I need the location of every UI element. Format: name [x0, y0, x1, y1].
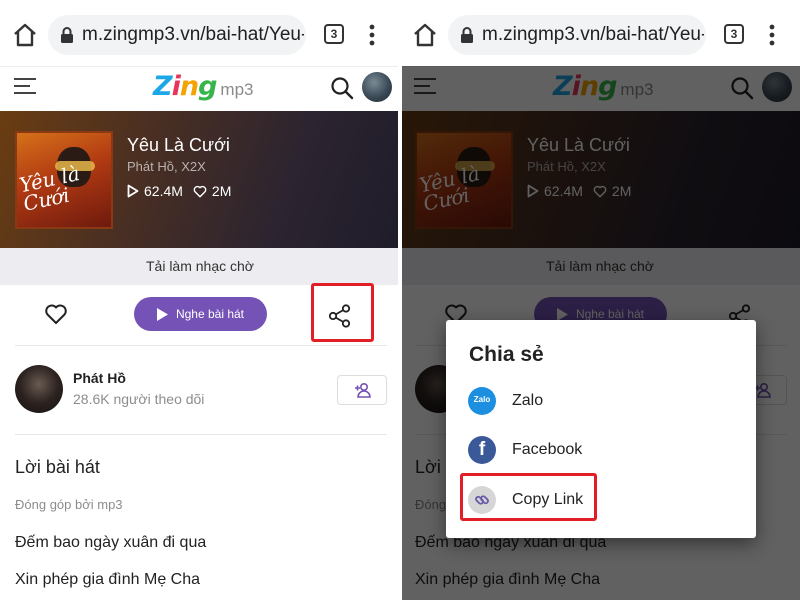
share-highlight-box: [311, 283, 374, 342]
song-hero: Yêu là Cưới Yêu Là Cưới Phát Hồ, X2X 62.…: [0, 111, 400, 248]
screenshot-left: m.zingmp3.vn/bai-hat/Yeu-l 3 Zing mp3 Yê…: [0, 0, 400, 600]
play-count-value: 62.4M: [144, 183, 183, 199]
like-count: 2M: [193, 183, 231, 199]
album-cover: Yêu là Cưới: [15, 131, 113, 229]
tab-switcher-button[interactable]: 3: [724, 24, 744, 44]
lyric-line: Đếm bao ngày xuân đi qua: [15, 534, 207, 551]
share-option-zalo[interactable]: Zalo Zalo: [468, 385, 728, 417]
url-text: m.zingmp3.vn/bai-hat/Yeu-l: [482, 24, 704, 45]
facebook-icon-text: f: [478, 439, 486, 460]
artist-avatar[interactable]: [15, 365, 63, 413]
facebook-icon: f: [468, 436, 496, 464]
like-count-value: 2M: [211, 183, 232, 199]
divider: [15, 434, 387, 435]
panel-divider: [398, 0, 402, 600]
cover-script-text: Yêu là Cưới: [17, 161, 82, 216]
copy-link-highlight-box: [460, 473, 597, 521]
app-header: Zing mp3: [0, 66, 400, 110]
heart-icon[interactable]: [44, 302, 68, 326]
logo-mp3-text: mp3: [220, 80, 254, 99]
hamburger-menu-icon[interactable]: [14, 76, 38, 96]
lock-icon: [461, 27, 473, 43]
zalo-icon: Zalo: [468, 387, 496, 415]
artist-followers: 28.6K người theo dõi: [73, 391, 205, 407]
browser-toolbar: m.zingmp3.vn/bai-hat/Yeu-l 3: [400, 0, 800, 66]
logo-zing-text: Zing: [153, 71, 217, 102]
share-dialog-title: Chia sẻ: [469, 343, 544, 366]
play-song-label: Nghe bài hát: [175, 307, 245, 321]
home-icon[interactable]: [12, 22, 38, 48]
lyrics-heading: Lời bài hát: [15, 457, 100, 477]
play-icon: [156, 307, 168, 321]
add-user-icon: [355, 382, 371, 398]
lock-icon: [61, 27, 73, 43]
artist-name[interactable]: Phát Hồ: [73, 370, 126, 386]
url-text: m.zingmp3.vn/bai-hat/Yeu-l: [82, 24, 304, 45]
address-bar[interactable]: m.zingmp3.vn/bai-hat/Yeu-l: [48, 15, 306, 55]
address-bar[interactable]: m.zingmp3.vn/bai-hat/Yeu-l: [448, 15, 706, 55]
zalo-icon-text: Zalo: [473, 395, 491, 404]
play-count: 62.4M: [127, 183, 183, 199]
search-icon[interactable]: [330, 76, 354, 100]
home-icon[interactable]: [412, 22, 438, 48]
tab-switcher-button[interactable]: 3: [324, 24, 344, 44]
lyric-line: Xin phép gia đình Mẹ Cha: [15, 571, 201, 588]
song-stats: 62.4M 2M: [127, 183, 241, 199]
play-song-button[interactable]: Nghe bài hát: [134, 297, 267, 331]
share-option-facebook[interactable]: f Facebook: [468, 434, 728, 466]
heart-outline-icon: [193, 185, 207, 197]
share-option-label: Zalo: [512, 392, 544, 409]
lyrics-contributor: Đóng góp bởi mp3: [15, 497, 123, 512]
more-vert-icon[interactable]: [364, 22, 380, 48]
set-ringtone-link[interactable]: Tải làm nhạc chờ: [0, 248, 400, 285]
more-vert-icon[interactable]: [764, 22, 780, 48]
user-avatar[interactable]: [362, 72, 392, 102]
play-outline-icon: [127, 184, 139, 198]
divider: [15, 345, 387, 346]
browser-toolbar: m.zingmp3.vn/bai-hat/Yeu-l 3: [0, 0, 400, 66]
song-artists[interactable]: Phát Hồ, X2X: [127, 159, 206, 174]
zing-mp3-logo[interactable]: Zing mp3: [153, 71, 253, 105]
share-option-label: Facebook: [512, 441, 583, 458]
follow-artist-button[interactable]: [337, 375, 387, 405]
song-title: Yêu Là Cưới: [127, 135, 230, 155]
